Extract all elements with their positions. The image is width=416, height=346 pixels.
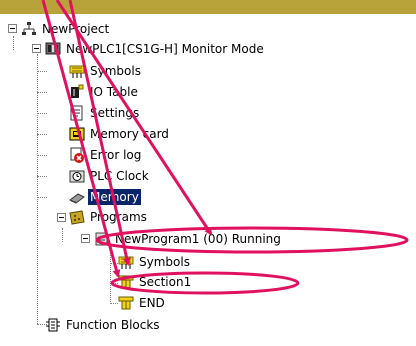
tree-item-label: Symbols — [90, 64, 141, 78]
tree-item-programs[interactable]: Programs — [69, 208, 149, 226]
memory-card-icon — [69, 126, 85, 142]
section-icon — [118, 295, 134, 311]
collapse-toggle-program1[interactable] — [81, 234, 90, 243]
tree-item-function-blocks[interactable]: Function Blocks — [45, 316, 162, 334]
tree-item-label: NewProgram1 (00) Running — [115, 232, 281, 246]
tree-line — [37, 134, 47, 135]
tree-line — [37, 92, 47, 93]
tree-item-label: NewProject — [42, 22, 110, 36]
tree-item-label: Function Blocks — [66, 318, 160, 332]
tree-line — [110, 283, 118, 284]
tree-item-label: Symbols — [139, 255, 190, 269]
collapse-toggle-project[interactable] — [8, 24, 17, 33]
programs-icon — [69, 209, 85, 225]
tree-item-label: Memory card — [90, 127, 169, 141]
tree-item-label: Memory — [88, 189, 141, 205]
network-icon — [21, 21, 37, 37]
tree-line — [37, 197, 47, 198]
tree-item-program-symbols[interactable]: Symbols — [118, 253, 192, 271]
tree-item-section1[interactable]: Section1 — [118, 273, 193, 291]
io-table-icon — [69, 84, 85, 100]
collapse-toggle-plc[interactable] — [32, 44, 41, 53]
tree-item-plc[interactable]: NewPLC1[CS1G-H] Monitor Mode — [45, 40, 266, 58]
tree-item-program1[interactable]: NewProgram1 (00) Running — [94, 230, 283, 248]
tree-item-memory-card[interactable]: Memory card — [69, 125, 171, 143]
section-icon — [118, 274, 134, 290]
tree-item-memory[interactable]: Memory — [69, 188, 141, 206]
tree-item-label: Settings — [90, 106, 140, 120]
tree-item-label: Error log — [90, 148, 142, 162]
tree-line — [13, 36, 14, 50]
tree-item-end[interactable]: END — [118, 294, 167, 312]
symbols-icon — [69, 63, 85, 79]
tree-item-label: NewPLC1[CS1G-H] Monitor Mode — [66, 42, 264, 56]
tree-item-settings[interactable]: Settings — [69, 104, 141, 122]
tree-line — [62, 228, 63, 242]
plc-icon — [45, 41, 61, 57]
settings-icon — [69, 105, 85, 121]
tree-line — [37, 113, 47, 114]
tree-item-plc-clock[interactable]: PLC Clock — [69, 167, 151, 185]
clock-icon — [69, 168, 85, 184]
tree-line — [110, 263, 118, 264]
tree-line — [110, 248, 111, 304]
tree-item-label: END — [139, 296, 165, 310]
collapse-toggle-programs[interactable] — [57, 213, 66, 222]
function-block-icon — [45, 317, 61, 333]
tree-item-label: Section1 — [139, 275, 192, 289]
tree-line — [110, 303, 118, 304]
tree-line — [37, 155, 47, 156]
error-log-icon — [69, 147, 85, 163]
project-tree: NewProject NewPLC1[CS1G-H] Monitor Mode — [0, 0, 416, 346]
tree-line — [37, 176, 47, 177]
tree-line — [37, 54, 38, 324]
tree-item-label: IO Table — [90, 85, 138, 99]
tree-item-project[interactable]: NewProject — [21, 20, 111, 38]
tree-item-error-log[interactable]: Error log — [69, 146, 143, 164]
tree-item-label: Programs — [90, 210, 147, 224]
tree-item-label: PLC Clock — [90, 169, 149, 183]
tree-item-io-table[interactable]: IO Table — [69, 83, 140, 101]
symbols-icon — [118, 254, 134, 270]
tree-item-symbols[interactable]: Symbols — [69, 62, 143, 80]
tree-line — [37, 71, 47, 72]
memory-icon — [69, 189, 85, 205]
program-icon — [94, 231, 110, 247]
